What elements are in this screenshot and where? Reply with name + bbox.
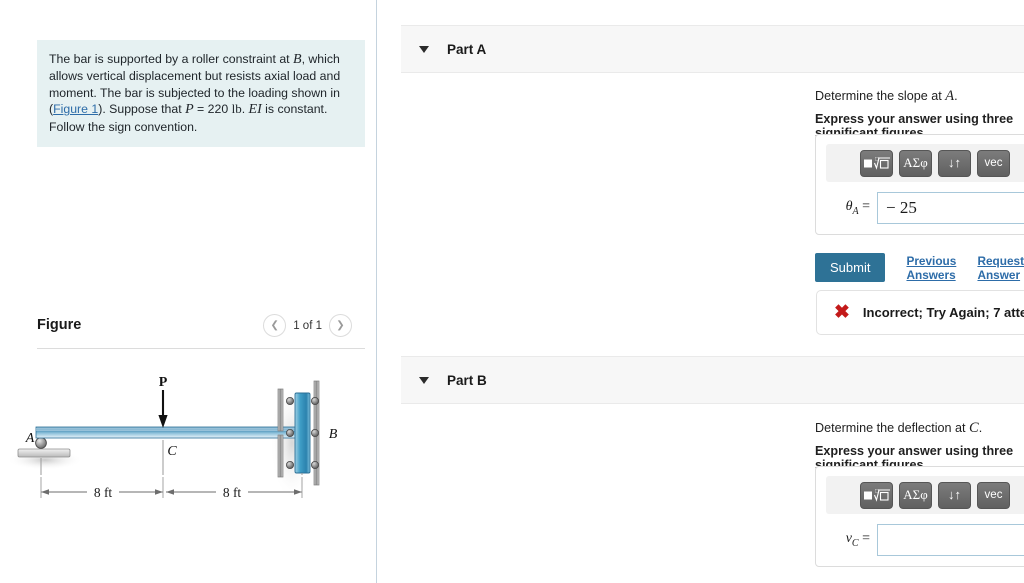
problem-statement: The bar is supported by a roller constra… bbox=[37, 40, 365, 148]
problem-text-5: . bbox=[241, 102, 249, 117]
beam-highlight bbox=[36, 428, 308, 431]
previous-answers-link[interactable]: Previous Answers bbox=[906, 254, 956, 282]
figure-header: Figure ❮ 1 of 1 ❯ bbox=[37, 312, 365, 349]
dim-arrow-left-1 bbox=[41, 489, 49, 495]
part-a-header[interactable]: Part A bbox=[401, 25, 1024, 73]
chevron-right-icon: ❯ bbox=[336, 320, 345, 331]
problem-unit-lb: lb bbox=[231, 101, 242, 117]
undo-arrow-icon[interactable]: ⥆ bbox=[1019, 150, 1024, 176]
arrows-button[interactable]: ↓↑ bbox=[938, 149, 971, 177]
part-a-answer-row: θA = × 1 k·ft² EI bbox=[826, 192, 1024, 224]
dim-arrow-right-1 bbox=[166, 489, 174, 495]
support-a-roller bbox=[35, 437, 47, 449]
theta-subscript: A bbox=[852, 205, 859, 217]
problem-var-ei: EI bbox=[248, 102, 262, 118]
point-label-b: B bbox=[329, 427, 338, 442]
part-b-prompt-var: C bbox=[969, 420, 979, 436]
sqrt-template-icon: □ bbox=[863, 157, 890, 170]
part-b-prompt-text: Determine the deflection at bbox=[815, 421, 970, 435]
point-label-c: C bbox=[167, 444, 177, 459]
part-a-submit-row: Submit Previous Answers Request Answer bbox=[815, 253, 1024, 282]
part-a-answer-input[interactable] bbox=[877, 192, 1024, 224]
left-panel: The bar is supported by a roller constra… bbox=[0, 0, 377, 583]
figure-next-button[interactable]: ❯ bbox=[329, 314, 352, 337]
vector-button[interactable]: vec bbox=[977, 481, 1010, 509]
caret-down-icon[interactable] bbox=[419, 45, 429, 53]
figure-pager: ❮ 1 of 1 ❯ bbox=[263, 314, 352, 337]
part-b-answer-row: vC = × 1 k·ft³ EI bbox=[826, 524, 1024, 556]
part-b-header[interactable]: Part B bbox=[401, 356, 1024, 404]
sqrt-template-icon: □ bbox=[863, 489, 890, 502]
part-b-answer-label: vC = bbox=[826, 531, 877, 549]
math-template-button[interactable]: □ bbox=[860, 481, 893, 509]
dimension-label-left: 8 ft bbox=[94, 485, 113, 500]
math-template-button[interactable]: □ bbox=[860, 149, 893, 177]
problem-text-3: ). Suppose that bbox=[98, 102, 186, 117]
greek-symbols-button[interactable]: ΑΣφ bbox=[899, 481, 932, 509]
beam-diagram: 8 ft 8 ft P A C B bbox=[0, 355, 377, 583]
greek-symbols-button[interactable]: ΑΣφ bbox=[899, 149, 932, 177]
problem-text-1: The bar is supported by a roller constra… bbox=[49, 52, 294, 66]
dim-arrow-left-2 bbox=[155, 489, 163, 495]
figure-1-link[interactable]: Figure 1 bbox=[53, 102, 98, 116]
part-b-answer-input[interactable] bbox=[877, 524, 1024, 556]
figure-page-count: 1 of 1 bbox=[293, 319, 322, 332]
part-b-answer-box: □ ΑΣφ ↓↑ vec ⥆ ⥅ ↻ ⌨ ? vC = bbox=[815, 466, 1024, 567]
problem-text-4: = 220 bbox=[193, 102, 232, 117]
part-a-title: Part A bbox=[447, 41, 487, 57]
request-answer-link[interactable]: Request Answer bbox=[977, 254, 1024, 282]
beam-diagram-svg: 8 ft 8 ft P A C B bbox=[7, 375, 338, 501]
problem-var-p: P bbox=[185, 102, 194, 118]
part-a-answer-box: □ ΑΣφ ↓↑ vec ⥆ ⥅ ↻ ⌨ ? θA = bbox=[815, 134, 1024, 235]
equals-sign: = bbox=[862, 531, 870, 547]
load-arrow-head bbox=[158, 415, 168, 428]
arrows-button[interactable]: ↓↑ bbox=[938, 481, 971, 509]
feedback-message: Incorrect; Try Again; 7 attempts remaini… bbox=[862, 305, 1024, 320]
problem-var-b: B bbox=[293, 52, 302, 67]
part-a-math-toolbar: □ ΑΣφ ↓↑ vec ⥆ ⥅ ↻ ⌨ ? bbox=[826, 144, 1024, 182]
part-a-feedback: ✖ Incorrect; Try Again; 7 attempts remai… bbox=[816, 290, 1024, 335]
vector-button[interactable]: vec bbox=[977, 149, 1010, 177]
load-label-p: P bbox=[159, 375, 168, 390]
v-subscript: C bbox=[851, 537, 859, 549]
figure-prev-button[interactable]: ❮ bbox=[263, 314, 287, 337]
caret-down-icon[interactable] bbox=[419, 376, 429, 384]
part-a-prompt-var: A bbox=[945, 88, 955, 104]
right-panel: Part A Determine the slope at A. Express… bbox=[377, 0, 1024, 583]
part-b-math-toolbar: □ ΑΣφ ↓↑ vec ⥆ ⥅ ↻ ⌨ ? bbox=[826, 476, 1024, 514]
support-b-plate bbox=[294, 392, 311, 474]
undo-arrow-icon[interactable]: ⥆ bbox=[1019, 482, 1024, 508]
part-a-answer-label: θA = bbox=[826, 199, 877, 217]
point-label-a: A bbox=[25, 431, 35, 446]
chevron-left-icon: ❮ bbox=[270, 320, 279, 331]
x-mark-icon: ✖ bbox=[834, 302, 850, 323]
page-root: The bar is supported by a roller constra… bbox=[0, 0, 1024, 583]
part-b-title: Part B bbox=[447, 372, 487, 388]
guide-wall-upper bbox=[277, 388, 284, 432]
dimension-label-right: 8 ft bbox=[223, 485, 242, 500]
part-a-prompt: Determine the slope at A. bbox=[815, 88, 958, 105]
guide-wall-lower bbox=[277, 434, 284, 478]
part-b-prompt-period: . bbox=[978, 421, 983, 435]
support-a-base-plate bbox=[17, 448, 71, 458]
part-a-prompt-text: Determine the slope at bbox=[815, 89, 946, 103]
part-a-prompt-period: . bbox=[954, 89, 958, 103]
equals-sign: = bbox=[862, 199, 870, 215]
part-b-prompt: Determine the deflection at C. bbox=[815, 420, 982, 437]
figure-title: Figure bbox=[37, 317, 82, 333]
submit-button[interactable]: Submit bbox=[815, 253, 886, 282]
